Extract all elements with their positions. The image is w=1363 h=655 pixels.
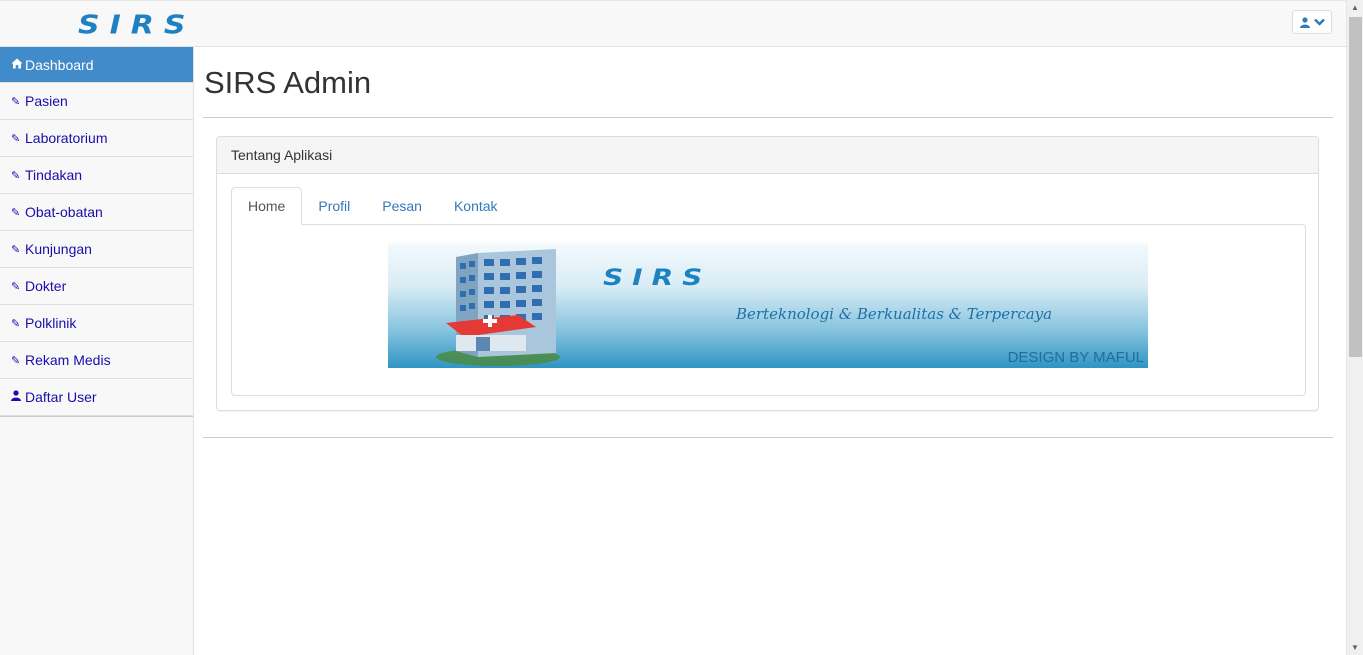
paperclip-icon: ✎ [11,169,21,182]
panel-tabs: Home Profil Pesan Kontak [231,187,514,225]
sidebar-item-label: Kunjungan [25,241,92,257]
sidebar-item-label: Dokter [25,278,67,294]
title-divider [203,117,1333,118]
sidebar-item-dokter[interactable]: ✎ Dokter [0,268,193,305]
tab-home[interactable]: Home [231,187,303,225]
sidebar-item-pasien[interactable]: ✎ Pasien [0,83,193,120]
tab-pesan[interactable]: Pesan [366,187,438,225]
sidebar-item-laboratorium[interactable]: ✎ Laboratorium [0,120,193,157]
sidebar-item-kunjungan[interactable]: ✎ Kunjungan [0,231,193,268]
footer-divider [203,437,1333,438]
sidebar-item-label: Laboratorium [25,130,108,146]
sidebar-item-label: Dashboard [25,56,94,73]
sidebar-item-label: Obat-obatan [25,204,103,220]
top-navbar: SIRS [0,0,1346,47]
paperclip-icon: ✎ [11,317,21,330]
user-menu-toggle[interactable] [1292,10,1332,34]
paperclip-icon: ✎ [11,206,21,219]
user-icon [11,390,25,404]
banner-credit: DESIGN BY MAFUL [1007,349,1144,366]
paperclip-icon: ✎ [11,243,21,256]
banner-tagline: Berteknologi & Berkualitas & Terpercaya [736,305,1053,323]
sidebar-menu: Dashboard ✎ Pasien ✎ Laboratorium ✎ Tind… [0,47,193,417]
sidebar-item-dashboard[interactable]: Dashboard [0,47,193,83]
sirs-banner: SIRS Berteknologi & Berkualitas & Terper… [388,243,1148,368]
home-icon [11,58,25,72]
sidebar: Dashboard ✎ Pasien ✎ Laboratorium ✎ Tind… [0,47,194,655]
banner-brand: SIRS [603,264,712,291]
sidebar-item-label: Rekam Medis [25,352,111,368]
scroll-down-arrow-icon[interactable]: ▼ [1351,643,1359,652]
sidebar-item-label: Polklinik [25,315,77,331]
hospital-building-icon [436,249,560,366]
sidebar-item-tindakan[interactable]: ✎ Tindakan [0,157,193,194]
vertical-scrollbar[interactable]: ▲ ▼ [1346,0,1363,655]
page-title: SIRS Admin [204,65,372,100]
about-panel: Tentang Aplikasi Home Profil Pesan Konta… [216,136,1319,411]
sidebar-item-daftar-user[interactable]: Daftar User [0,379,193,416]
sidebar-item-polklinik[interactable]: ✎ Polklinik [0,305,193,342]
brand-logo[interactable]: SIRS [78,13,195,39]
scroll-up-arrow-icon[interactable]: ▲ [1351,3,1359,12]
sidebar-item-obat-obatan[interactable]: ✎ Obat-obatan [0,194,193,231]
tab-content: SIRS Berteknologi & Berkualitas & Terper… [231,224,1306,396]
sidebar-item-label: Daftar User [25,389,97,405]
chevron-down-icon [1313,18,1325,26]
paperclip-icon: ✎ [11,280,21,293]
paperclip-icon: ✎ [11,132,21,145]
paperclip-icon: ✎ [11,95,21,108]
sidebar-item-label: Tindakan [25,167,83,183]
tab-kontak[interactable]: Kontak [438,187,514,225]
paperclip-icon: ✎ [11,354,21,367]
sidebar-item-label: Pasien [25,93,68,109]
tab-profil[interactable]: Profil [302,187,366,225]
sidebar-item-rekam-medis[interactable]: ✎ Rekam Medis [0,342,193,379]
main-content: SIRS Admin Tentang Aplikasi Home Profil … [203,47,1333,438]
scroll-thumb[interactable] [1349,17,1362,357]
panel-heading: Tentang Aplikasi [217,137,1318,174]
user-icon [1299,16,1310,28]
